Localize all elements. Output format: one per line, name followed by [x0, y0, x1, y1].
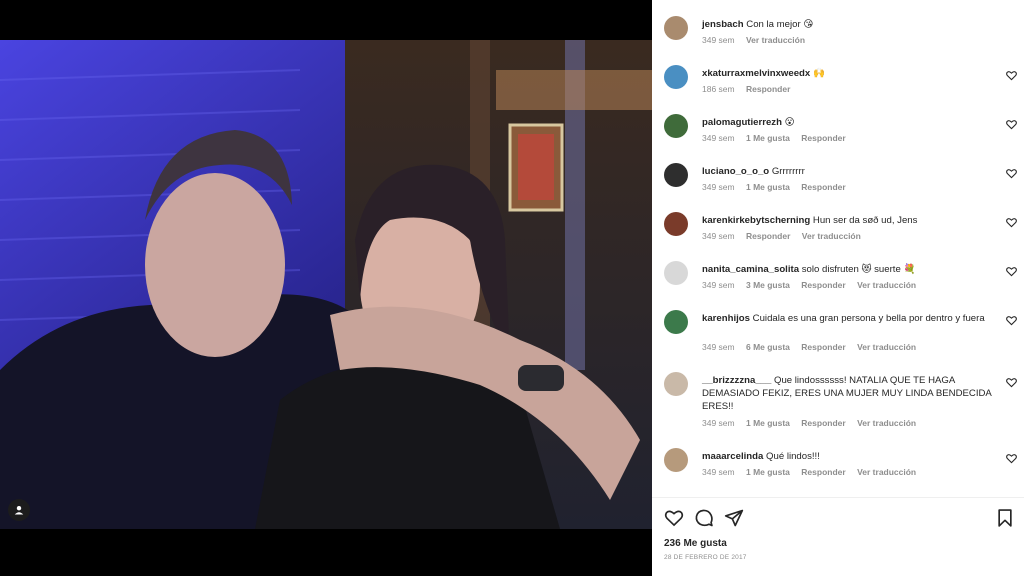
reply-button[interactable]: Responder — [746, 231, 790, 241]
comment-like-icon[interactable] — [1006, 266, 1017, 277]
comment-meta: 349 sem 1 Me gusta Responder — [702, 133, 855, 143]
translate-button[interactable]: Ver traducción — [857, 342, 916, 352]
comment-username[interactable]: __brizzzzna___ — [702, 375, 771, 386]
comment-time[interactable]: 349 sem — [702, 280, 735, 290]
comment-meta: 349 sem 6 Me gusta Responder Ver traducc… — [702, 342, 925, 352]
comment-username[interactable]: maaarcelinda — [702, 451, 763, 462]
comment-meta: 349 sem 1 Me gusta Responder Ver traducc… — [702, 418, 925, 428]
reply-button[interactable]: Responder — [801, 342, 845, 352]
comment-time[interactable]: 349 sem — [702, 467, 735, 477]
comment-meta: 349 sem Ver traducción — [702, 35, 814, 45]
avatar[interactable] — [664, 65, 688, 89]
avatar[interactable] — [664, 114, 688, 138]
comment-likes[interactable]: 3 Me gusta — [746, 280, 790, 290]
translate-button[interactable]: Ver traducción — [802, 231, 861, 241]
comment-like-icon[interactable] — [1006, 119, 1017, 130]
avatar[interactable] — [664, 448, 688, 472]
comment-username[interactable]: luciano_o_o_o — [702, 166, 769, 177]
comment-like-icon[interactable] — [1006, 377, 1017, 388]
comment-meta: 186 sem Responder — [702, 84, 799, 94]
reply-button[interactable]: Responder — [801, 418, 845, 428]
comment-username[interactable]: xkaturraxmelvinxweedx — [702, 68, 810, 79]
comment-likes[interactable]: 1 Me gusta — [746, 418, 790, 428]
comment-time[interactable]: 349 sem — [702, 35, 735, 45]
avatar[interactable] — [664, 212, 688, 236]
likes-count[interactable]: 236 Me gusta — [664, 538, 727, 549]
comment-likes[interactable]: 6 Me gusta — [746, 342, 790, 352]
comment-text: Con la mejor 😘 — [746, 19, 814, 30]
post-actions: 236 Me gusta 28 DE FEBRERO DE 2017 — [652, 497, 1024, 576]
avatar[interactable] — [664, 372, 688, 396]
comment-likes[interactable]: 1 Me gusta — [746, 133, 790, 143]
comment-meta: 349 sem 1 Me gusta Responder — [702, 182, 855, 192]
avatar[interactable] — [664, 163, 688, 187]
comment-username[interactable]: jensbach — [702, 19, 744, 30]
comment-like-icon[interactable] — [1006, 217, 1017, 228]
comment-time[interactable]: 349 sem — [702, 342, 735, 352]
translate-button[interactable]: Ver traducción — [857, 418, 916, 428]
comment-likes[interactable]: 1 Me gusta — [746, 467, 790, 477]
comment-icon[interactable] — [694, 508, 714, 528]
comment-text: Qué lindos!!! — [766, 451, 820, 462]
comment-text: Cuidala es una gran persona y bella por … — [752, 313, 985, 324]
translate-button[interactable]: Ver traducción — [857, 280, 916, 290]
comment-likes[interactable]: 1 Me gusta — [746, 182, 790, 192]
comment-text: Grrrrrrrr — [771, 166, 805, 177]
comment-meta: 349 sem 1 Me gusta Responder Ver traducc… — [702, 467, 925, 477]
reply-button[interactable]: Responder — [801, 280, 845, 290]
comment-text: solo disfruten 😻 suerte 💐 — [801, 264, 916, 275]
comment-time[interactable]: 349 sem — [702, 182, 735, 192]
comment-meta: 349 sem 3 Me gusta Responder Ver traducc… — [702, 280, 925, 290]
heart-icon[interactable] — [664, 508, 684, 528]
comment-time[interactable]: 349 sem — [702, 231, 735, 241]
comment-time[interactable]: 349 sem — [702, 133, 735, 143]
post-photo[interactable] — [0, 40, 652, 529]
comment-like-icon[interactable] — [1006, 453, 1017, 464]
reply-button[interactable]: Responder — [801, 133, 845, 143]
comment-text: 🙌 — [812, 68, 825, 79]
bookmark-icon[interactable] — [995, 508, 1015, 528]
comment-username[interactable]: palomagutierrezh — [702, 117, 782, 128]
reply-button[interactable]: Responder — [801, 182, 845, 192]
comment-list[interactable]: jensbach Con la mejor 😘 349 sem Ver trad… — [652, 4, 1024, 497]
send-icon[interactable] — [724, 508, 744, 528]
comment-text: Hun ser da søð ud, Jens — [812, 215, 918, 226]
comment-username[interactable]: nanita_camina_solita — [702, 264, 799, 275]
comment-username[interactable]: karenhijos — [702, 313, 750, 324]
comment-time[interactable]: 186 sem — [702, 84, 735, 94]
translate-button[interactable]: Ver traducción — [746, 35, 805, 45]
photo-illustration — [0, 40, 652, 529]
comment-like-icon[interactable] — [1006, 168, 1017, 179]
user-tag-button[interactable] — [8, 499, 30, 521]
post-date[interactable]: 28 DE FEBRERO DE 2017 — [664, 554, 747, 561]
avatar[interactable] — [664, 261, 688, 285]
translate-button[interactable]: Ver traducción — [857, 467, 916, 477]
avatar[interactable] — [664, 16, 688, 40]
avatar[interactable] — [664, 310, 688, 334]
reply-button[interactable]: Responder — [801, 467, 845, 477]
user-tag-icon — [14, 506, 24, 515]
comment-like-icon[interactable] — [1006, 315, 1017, 326]
comments-panel: jensbach Con la mejor 😘 349 sem Ver trad… — [652, 0, 1024, 576]
reply-button[interactable]: Responder — [746, 84, 790, 94]
comment-meta: 349 sem Responder Ver traducción — [702, 231, 870, 241]
comment-username[interactable]: karenkirkebytscherning — [702, 215, 810, 226]
comment-text: 😮 — [784, 117, 795, 128]
media-pane — [0, 0, 652, 576]
comment-time[interactable]: 349 sem — [702, 418, 735, 428]
comment-like-icon[interactable] — [1006, 70, 1017, 81]
